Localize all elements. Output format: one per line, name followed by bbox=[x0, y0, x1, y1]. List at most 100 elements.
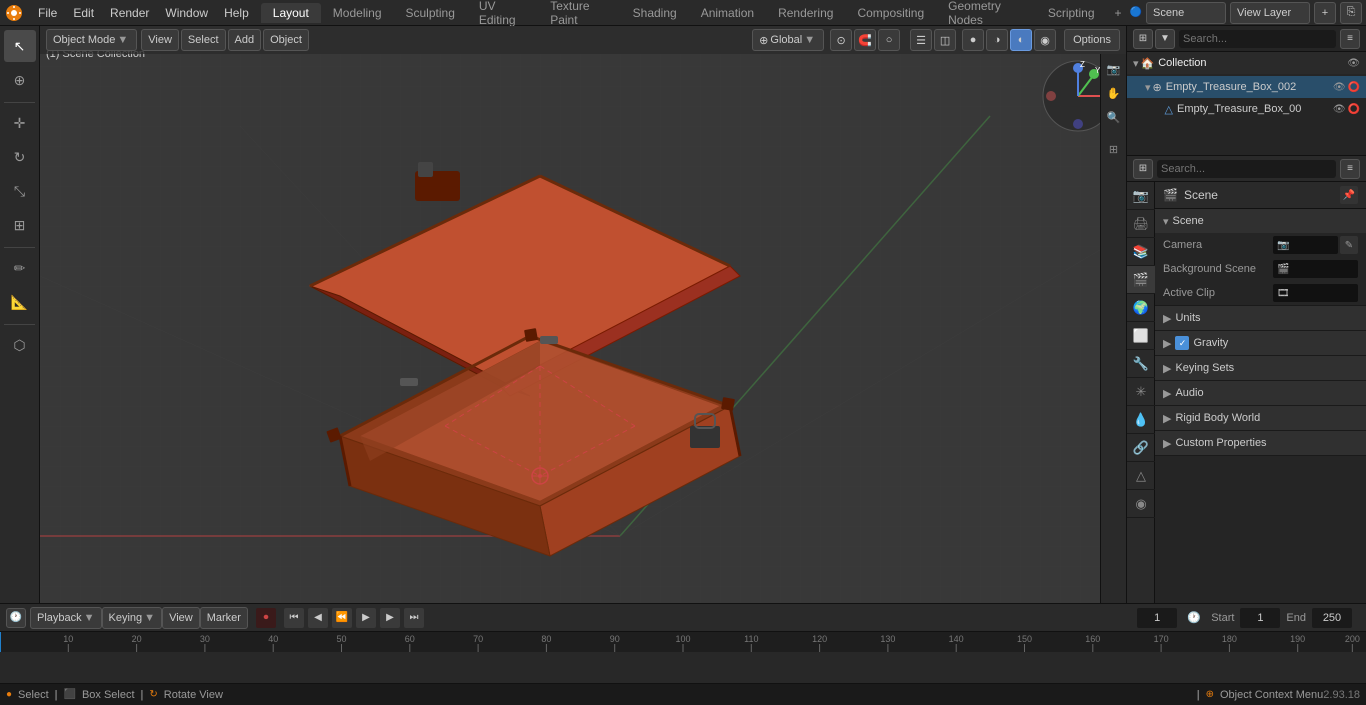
prop-tab-material[interactable]: ◉ bbox=[1127, 490, 1155, 518]
gravity-section-header[interactable]: ▶ ✓ Gravity bbox=[1155, 331, 1366, 355]
tool-move[interactable]: ✛ bbox=[4, 107, 36, 139]
menu-edit[interactable]: Edit bbox=[65, 4, 102, 22]
shading-material-btn[interactable]: ◑ bbox=[986, 29, 1008, 51]
properties-filter-btn[interactable]: ≡ bbox=[1340, 159, 1360, 179]
tab-modeling[interactable]: Modeling bbox=[321, 3, 394, 23]
prop-tab-object[interactable]: ⬜ bbox=[1127, 322, 1155, 350]
timeline-track-area[interactable] bbox=[0, 652, 1366, 683]
prop-tab-scene[interactable]: 🎬 bbox=[1127, 266, 1155, 294]
viewport-hand-icon[interactable]: ✋ bbox=[1103, 82, 1125, 104]
item-0-render[interactable]: ⭕ bbox=[1348, 82, 1360, 93]
rigid-body-world-header[interactable]: ▶ Rigid Body World bbox=[1155, 406, 1366, 430]
timeline-keying-btn[interactable]: Keying▼ bbox=[102, 607, 163, 629]
timeline-view-btn[interactable]: View bbox=[162, 607, 200, 629]
tab-compositing[interactable]: Compositing bbox=[845, 3, 936, 23]
timeline-record-btn[interactable]: ⏺ bbox=[256, 608, 276, 628]
viewport-3d[interactable]: Object Mode ▼ Layout View Select Add Obj… bbox=[40, 26, 1126, 603]
play-btn[interactable]: ▶ bbox=[356, 608, 376, 628]
menu-file[interactable]: File bbox=[30, 4, 65, 22]
viewport-zoom-icon[interactable]: 🔍 bbox=[1103, 106, 1125, 128]
menu-help[interactable]: Help bbox=[216, 4, 257, 22]
outliner-filter-btn[interactable]: ≡ bbox=[1340, 29, 1360, 49]
end-frame-field[interactable]: 250 bbox=[1312, 608, 1352, 628]
collection-visibility[interactable]: 👁 bbox=[1347, 58, 1360, 69]
pivot-point-btn[interactable]: ⊙ bbox=[830, 29, 852, 51]
viewport-grid-icon[interactable]: ⊞ bbox=[1103, 138, 1125, 160]
view-layer-selector[interactable]: View Layer bbox=[1230, 2, 1310, 24]
prop-tab-data[interactable]: △ bbox=[1127, 462, 1155, 490]
tool-cursor[interactable]: ⊕ bbox=[4, 64, 36, 96]
tab-animation[interactable]: Animation bbox=[689, 3, 766, 23]
proportional-edit-btn[interactable]: ○ bbox=[878, 29, 900, 51]
camera-value[interactable]: 📷 bbox=[1273, 236, 1338, 254]
background-scene-value[interactable]: 🎬 bbox=[1273, 260, 1358, 278]
viewport-object-btn[interactable]: Object bbox=[263, 29, 309, 51]
properties-search-input[interactable] bbox=[1157, 160, 1336, 178]
viewport-camera-icon[interactable]: 📷 bbox=[1103, 58, 1125, 80]
item-0-visibility[interactable]: 👁 bbox=[1333, 82, 1346, 93]
outliner-mode-icon[interactable]: ⊞ bbox=[1133, 29, 1153, 49]
tool-transform[interactable]: ⊞ bbox=[4, 209, 36, 241]
add-workspace-button[interactable]: + bbox=[1107, 3, 1130, 23]
prop-tab-modifier[interactable]: 🔧 bbox=[1127, 350, 1155, 378]
step-back-btn[interactable]: ◀ bbox=[308, 608, 328, 628]
shading-solid-btn[interactable]: ● bbox=[962, 29, 984, 51]
prop-tab-view-layer[interactable]: 📚 bbox=[1127, 238, 1155, 266]
outliner-item-1[interactable]: ▾ △ Empty_Treasure_Box_00 👁 ⭕ bbox=[1127, 98, 1366, 120]
xray-btn[interactable]: ◫ bbox=[934, 29, 956, 51]
custom-properties-header[interactable]: ▶ Custom Properties bbox=[1155, 431, 1366, 455]
outliner-filter-icon[interactable]: ▼ bbox=[1155, 29, 1175, 49]
prop-tab-output[interactable]: 🖨 bbox=[1127, 210, 1155, 238]
outliner-item-0[interactable]: ▾ ⊕ Empty_Treasure_Box_002 👁 ⭕ bbox=[1127, 76, 1366, 98]
scene-section-header[interactable]: ▾ Scene bbox=[1155, 209, 1366, 233]
active-clip-value[interactable]: 🎞 bbox=[1273, 284, 1358, 302]
scene-selector[interactable]: Scene bbox=[1146, 2, 1226, 24]
timeline-type-btn[interactable]: 🕐 bbox=[6, 608, 26, 628]
tool-measure[interactable]: 📐 bbox=[4, 286, 36, 318]
prop-tab-physics[interactable]: 💧 bbox=[1127, 406, 1155, 434]
tab-layout[interactable]: Layout bbox=[261, 3, 321, 23]
current-frame-field[interactable]: 1 bbox=[1137, 608, 1177, 628]
tool-annotate[interactable]: ✏ bbox=[4, 252, 36, 284]
prop-tab-world[interactable]: 🌍 bbox=[1127, 294, 1155, 322]
item-1-visibility[interactable]: 👁 bbox=[1333, 104, 1346, 115]
timeline-marker-btn[interactable]: Marker bbox=[200, 607, 248, 629]
tool-rotate[interactable]: ↻ bbox=[4, 141, 36, 173]
jump-end-btn[interactable]: ⏭ bbox=[404, 608, 424, 628]
tab-sculpting[interactable]: Sculpting bbox=[394, 3, 467, 23]
start-frame-field[interactable]: 1 bbox=[1240, 608, 1280, 628]
units-section-header[interactable]: ▶ Units bbox=[1155, 306, 1366, 330]
viewport-select-btn[interactable]: Select bbox=[181, 29, 226, 51]
shading-rendered-btn[interactable]: ◐ bbox=[1010, 29, 1032, 51]
prop-tab-render[interactable]: 📷 bbox=[1127, 182, 1155, 210]
prop-tab-particles[interactable]: ✳ bbox=[1127, 378, 1155, 406]
viewport-view-btn[interactable]: View bbox=[141, 29, 179, 51]
play-reverse-btn[interactable]: ⏪ bbox=[332, 608, 352, 628]
menu-render[interactable]: Render bbox=[102, 4, 157, 22]
scene-copy-button[interactable]: ⎘ bbox=[1340, 2, 1362, 24]
gravity-checkbox[interactable]: ✓ bbox=[1175, 336, 1189, 350]
mode-dropdown[interactable]: Object Mode ▼ bbox=[46, 29, 137, 51]
step-forward-btn[interactable]: ▶ bbox=[380, 608, 400, 628]
outliner-scene-collection[interactable]: ▾ 🏠 Collection 👁 bbox=[1127, 52, 1366, 74]
viewport-canvas[interactable]: User Perspective (1) Scene Collection bbox=[40, 26, 1126, 603]
timeline-playback-btn[interactable]: Playback▼ bbox=[30, 607, 102, 629]
overlay-btn[interactable]: ☰ bbox=[910, 29, 932, 51]
item-1-render[interactable]: ⭕ bbox=[1348, 104, 1360, 115]
prop-tab-constraints[interactable]: 🔗 bbox=[1127, 434, 1155, 462]
properties-icon-btn[interactable]: ⊞ bbox=[1133, 159, 1153, 179]
options-button[interactable]: Options bbox=[1064, 29, 1120, 51]
tool-add[interactable]: ⬡ bbox=[4, 329, 36, 361]
camera-edit-btn[interactable]: ✎ bbox=[1340, 236, 1358, 254]
keying-sets-header[interactable]: ▶ Keying Sets bbox=[1155, 356, 1366, 380]
outliner-search-input[interactable] bbox=[1179, 30, 1336, 48]
scene-pin-btn[interactable]: 📌 bbox=[1340, 186, 1358, 204]
tool-select[interactable]: ↖ bbox=[4, 30, 36, 62]
tab-scripting[interactable]: Scripting bbox=[1036, 3, 1107, 23]
menu-window[interactable]: Window bbox=[157, 4, 216, 22]
scene-add-button[interactable]: + bbox=[1314, 2, 1336, 24]
tool-scale[interactable]: ⤡ bbox=[4, 175, 36, 207]
transform-orientation[interactable]: ⊕Global▼ bbox=[752, 29, 824, 51]
shading-eevee-btn[interactable]: ◉ bbox=[1034, 29, 1056, 51]
tab-rendering[interactable]: Rendering bbox=[766, 3, 845, 23]
